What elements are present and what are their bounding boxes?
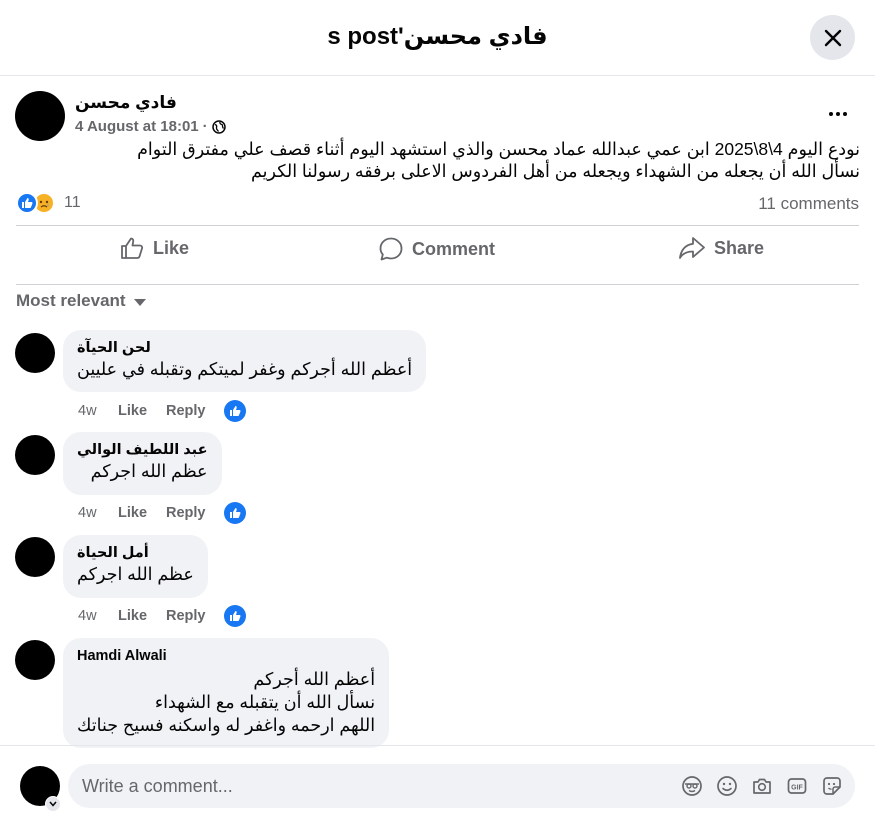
- author-name[interactable]: فادي محسن: [75, 93, 177, 113]
- comment-reply-button[interactable]: Reply: [166, 608, 224, 624]
- comment-button[interactable]: Comment: [378, 236, 495, 262]
- comment-reply-button[interactable]: Reply: [166, 403, 224, 419]
- avatar-sticker-icon: [682, 776, 702, 796]
- sticker-button[interactable]: [821, 775, 843, 797]
- dialog-header: فادي محسن's post: [0, 0, 875, 76]
- gif-button[interactable]: GIF: [786, 775, 808, 797]
- svg-text:GIF: GIF: [791, 785, 803, 792]
- commenter-name[interactable]: عبد اللطيف الوالي: [77, 442, 208, 458]
- comment-bubble-icon: [379, 237, 403, 261]
- camera-button[interactable]: [751, 775, 773, 797]
- comment-sort-dropdown[interactable]: Most relevant: [16, 291, 146, 311]
- sticker-icon: [823, 777, 841, 795]
- emoji-button[interactable]: [716, 775, 738, 797]
- commenter-avatar[interactable]: [15, 333, 55, 373]
- composer-divider: [0, 745, 875, 746]
- comment-bubble: Hamdi Alwali أعظم الله أجركم نسأل الله أ…: [63, 638, 390, 748]
- emoji-icon: [717, 776, 737, 796]
- comment-text: عظم الله اجركم: [77, 564, 194, 584]
- comment-time[interactable]: 4w: [78, 608, 118, 624]
- comment-bubble: أمل الحياة عظم الله اجركم: [63, 535, 208, 598]
- share-button-label: Share: [714, 237, 765, 258]
- comment-actions: 4w Like Reply: [78, 400, 246, 422]
- comments-count-link[interactable]: 11 comments: [758, 194, 859, 214]
- divider: [16, 284, 859, 285]
- like-button-label: Like: [153, 237, 190, 258]
- caret-down-icon: [133, 299, 146, 306]
- reactions-summary[interactable]: 11: [16, 192, 81, 214]
- comment-actions: 4w Like Reply: [78, 502, 246, 524]
- dialog-title: فادي محسن's post: [327, 23, 548, 50]
- avatar-sticker-button[interactable]: [681, 775, 703, 797]
- like-reaction-icon[interactable]: [224, 400, 246, 422]
- post-text-line-1: نودع اليوم 4\8\2025 ابن عمي عبدالله عماد…: [137, 139, 860, 159]
- more-dot-icon: [843, 112, 847, 116]
- divider: [16, 225, 859, 226]
- comment-button-label: Comment: [412, 238, 496, 259]
- commenter-avatar[interactable]: [15, 537, 55, 577]
- close-icon: [824, 29, 841, 46]
- gif-icon: GIF: [787, 778, 807, 794]
- post-meta: 4 August at 18:01 ·: [75, 118, 226, 135]
- chevron-down-icon: [49, 801, 57, 807]
- comment-like-button[interactable]: Like: [118, 403, 166, 419]
- comment-text: أعظم الله أجركم نسأل الله أن يتقبله مع ا…: [77, 669, 376, 735]
- share-button[interactable]: Share: [678, 236, 764, 260]
- comment-composer: GIF: [68, 764, 855, 808]
- post-date[interactable]: 4 August at 18:01: [75, 118, 199, 135]
- close-button[interactable]: [810, 15, 855, 60]
- thumbs-up-icon: [121, 237, 144, 259]
- comment-time[interactable]: 4w: [78, 403, 118, 419]
- comment-text: عظم الله اجركم: [90, 461, 208, 481]
- comment-like-button[interactable]: Like: [118, 608, 166, 624]
- commenter-name[interactable]: أمل الحياة: [77, 545, 194, 561]
- camera-icon: [753, 778, 771, 794]
- post-text-line-2: نسأل الله أن يجعله من الشهداء ويجعله من …: [251, 161, 860, 181]
- comment-time[interactable]: 4w: [78, 505, 118, 521]
- comment-bubble: لحن الحيآة أعظم الله أجركم وغفر لميتكم و…: [63, 330, 427, 392]
- commenter-name[interactable]: Hamdi Alwali: [77, 648, 375, 664]
- comment-actions: 4w Like Reply: [78, 605, 246, 627]
- author-avatar[interactable]: [15, 91, 65, 141]
- like-reaction-icon[interactable]: [224, 502, 246, 524]
- meta-separator: ·: [202, 118, 208, 135]
- share-arrow-icon: [679, 237, 705, 259]
- comment-like-button[interactable]: Like: [118, 505, 166, 521]
- more-dot-icon: [829, 112, 833, 116]
- more-dot-icon: [836, 112, 840, 116]
- like-reaction-icon[interactable]: [224, 605, 246, 627]
- comment-input[interactable]: [82, 764, 642, 808]
- comment-sort-label: Most relevant: [16, 291, 126, 310]
- like-button[interactable]: Like: [120, 236, 189, 260]
- post-options-button[interactable]: [822, 100, 854, 128]
- account-switch-button[interactable]: [45, 796, 61, 812]
- commenter-name[interactable]: لحن الحيآة: [77, 340, 412, 356]
- globe-icon[interactable]: [211, 119, 226, 134]
- commenter-avatar[interactable]: [15, 640, 55, 680]
- commenter-avatar[interactable]: [15, 435, 55, 475]
- comment-bubble: عبد اللطيف الوالي عظم الله اجركم: [63, 432, 222, 495]
- comment-text: أعظم الله أجركم وغفر لميتكم وتقبله في عل…: [77, 359, 413, 379]
- reaction-count: 11: [64, 194, 81, 211]
- like-reaction-icon: [16, 192, 38, 214]
- comment-reply-button[interactable]: Reply: [166, 505, 224, 521]
